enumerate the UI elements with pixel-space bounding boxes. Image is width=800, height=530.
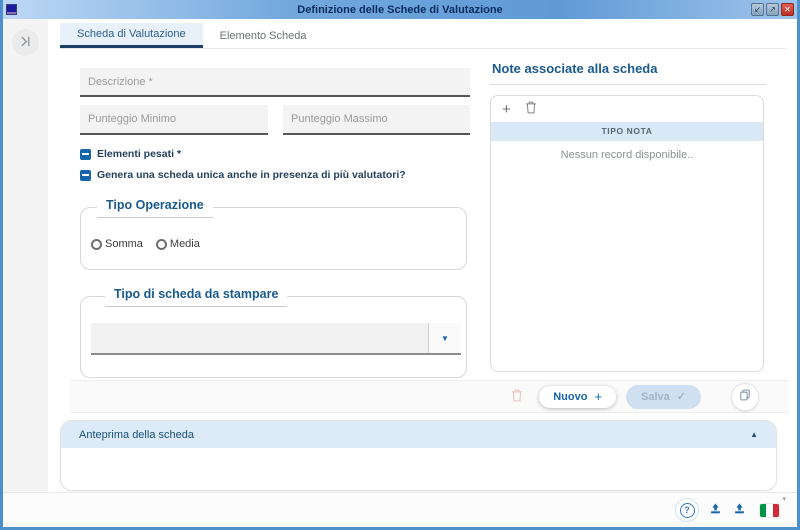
somma-label: Somma (105, 238, 143, 250)
nuovo-button[interactable]: Nuovo + (539, 385, 617, 408)
punteggio-minimo-input[interactable] (80, 105, 268, 133)
tipo-operazione-fieldset: Tipo Operazione Somma Media (80, 198, 467, 270)
import-button[interactable] (732, 501, 747, 519)
caret-down-icon: ▾ (782, 495, 786, 503)
scheda-unica-checkbox[interactable] (80, 169, 91, 181)
punteggio-massimo-field (283, 105, 470, 135)
delete-scheda-button[interactable] (511, 389, 523, 405)
tipo-operazione-options: Somma Media (91, 238, 200, 250)
punteggio-minimo-field (80, 105, 268, 135)
trash-icon-disabled (511, 389, 523, 405)
tipo-scheda-select[interactable]: ▼ (91, 323, 461, 355)
elementi-pesati-checkbox[interactable] (80, 148, 91, 160)
italian-flag-icon[interactable] (760, 503, 779, 517)
help-button[interactable]: ? (675, 498, 699, 522)
tab-scheda-di-valutazione[interactable]: Scheda di Valutazione (60, 23, 203, 48)
window-title: Definizione delle Schede di Valutazione (297, 3, 503, 16)
maximize-button[interactable]: ↗ (766, 3, 779, 16)
title-bar: Definizione delle Schede di Valutazione … (3, 0, 797, 19)
tipo-scheda-fieldset: Tipo di scheda da stampare ▼ (80, 287, 467, 378)
delete-note-button[interactable] (525, 101, 537, 117)
radio-option-somma[interactable]: Somma (91, 238, 143, 250)
descrizione-input[interactable] (80, 68, 470, 95)
tipo-scheda-legend: Tipo di scheda da stampare (105, 287, 288, 307)
salva-button[interactable]: Salva ✓ (626, 384, 701, 409)
trash-icon (525, 101, 537, 117)
note-toolbar: + (491, 96, 763, 122)
note-empty-message: Nessun record disponibile.. (560, 149, 694, 161)
help-icon: ? (679, 502, 695, 518)
duplicate-scheda-button[interactable] (731, 382, 759, 411)
chevron-down-icon: ▼ (428, 323, 461, 353)
salva-label: Salva (641, 390, 670, 403)
app-icon (6, 4, 17, 15)
collapse-icon: ▲ (750, 430, 758, 439)
anteprima-panel: Anteprima della scheda ▲ (60, 420, 777, 491)
anteprima-title: Anteprima della scheda (79, 428, 194, 441)
tab-bar: Scheda di Valutazione Elemento Scheda (60, 23, 787, 49)
note-panel: + TIPO NOTA Nessun record disponibile.. (490, 95, 764, 372)
media-radio[interactable] (155, 238, 167, 250)
language-selector[interactable]: ▾ (760, 496, 786, 517)
close-button[interactable]: ✕ (781, 3, 794, 16)
tab-elemento-scheda[interactable]: Elemento Scheda (203, 23, 324, 48)
upload-icon (732, 501, 747, 519)
add-note-button[interactable]: + (502, 102, 511, 117)
descrizione-field (80, 68, 470, 97)
window-controls: ↙ ↗ ✕ (751, 3, 794, 16)
somma-radio[interactable] (91, 238, 102, 250)
elementi-pesati-row: Elementi pesati * (80, 148, 181, 160)
form-action-toolbar: Nuovo + Salva ✓ (70, 380, 789, 413)
elementi-pesati-label: Elementi pesati * (97, 148, 182, 160)
expand-panel-icon (19, 35, 32, 51)
radio-option-media[interactable]: Media (155, 238, 200, 250)
sidebar (3, 19, 48, 492)
plus-icon: + (502, 100, 511, 118)
nuovo-label: Nuovo (553, 390, 588, 403)
upload-icon (708, 501, 723, 519)
media-label: Media (169, 238, 200, 250)
tipo-operazione-legend: Tipo Operazione (97, 198, 213, 218)
note-panel-title: Note associate alla scheda (492, 61, 658, 76)
anteprima-header[interactable]: Anteprima della scheda ▲ (61, 421, 776, 448)
plus-icon: + (594, 389, 603, 404)
punteggio-massimo-input[interactable] (283, 105, 470, 133)
check-icon: ✓ (676, 391, 686, 403)
copy-icon (738, 388, 752, 405)
note-panel-divider (490, 84, 766, 85)
sidebar-expand-button[interactable] (12, 29, 39, 56)
status-bar: ? ▾ (3, 492, 797, 527)
content-area: Scheda di Valutazione Elemento Scheda El… (48, 19, 797, 492)
tipo-scheda-selected-value (91, 323, 428, 353)
note-table-header: TIPO NOTA (491, 122, 763, 141)
export-button[interactable] (708, 501, 723, 519)
scheda-unica-label: Genera una scheda unica anche in presenz… (97, 169, 406, 181)
main-area: Scheda di Valutazione Elemento Scheda El… (3, 19, 797, 527)
app-window: Definizione delle Schede di Valutazione … (0, 0, 800, 530)
scheda-unica-row: Genera una scheda unica anche in presenz… (80, 169, 406, 181)
restore-down-button[interactable]: ↙ (751, 3, 764, 16)
